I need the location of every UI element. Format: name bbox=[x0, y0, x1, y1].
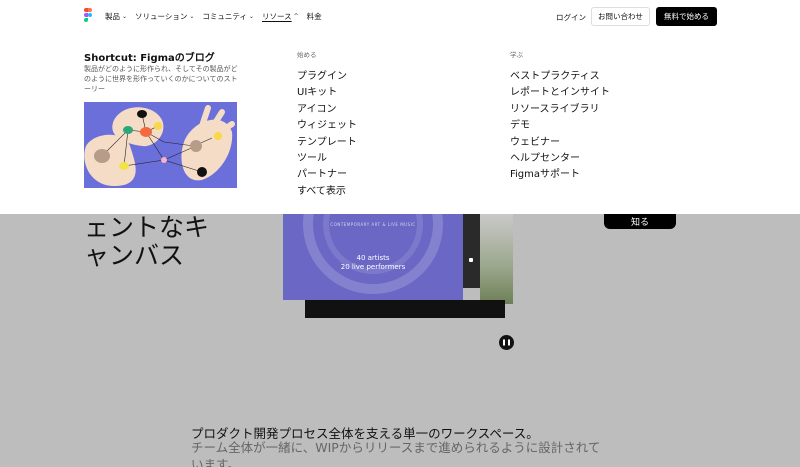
chevron-down-icon: ⌄ bbox=[122, 13, 128, 20]
nav-item-label: ソリューション bbox=[135, 12, 188, 21]
start-column: 始める プラグイン UIキット アイコン ウィジェット テンプレート ツール パ… bbox=[297, 49, 357, 200]
link-partners[interactable]: パートナー bbox=[297, 167, 357, 183]
link-icons[interactable]: アイコン bbox=[297, 102, 357, 118]
pause-icon[interactable]: ❚❚ bbox=[499, 335, 514, 350]
nav-item-products[interactable]: 製品 ⌄ bbox=[105, 11, 127, 22]
link-ui-kits[interactable]: UIキット bbox=[297, 85, 357, 101]
hero-video[interactable]: CONTEMPORARY ART & LIVE MUSIC 40 artists… bbox=[283, 214, 513, 318]
login-link[interactable]: ログイン bbox=[556, 12, 586, 23]
blog-illustration-icon bbox=[84, 105, 235, 186]
nav-item-label: 料金 bbox=[306, 12, 322, 21]
video-caption-line: 20 live performers bbox=[340, 263, 406, 271]
hero-heading: ェントなキ ャンバス bbox=[84, 200, 254, 270]
figma-logo-icon[interactable] bbox=[84, 8, 93, 23]
video-photo-panel bbox=[480, 214, 513, 304]
link-templates[interactable]: テンプレート bbox=[297, 135, 357, 151]
video-dark-panel bbox=[463, 214, 480, 288]
feature-illustration[interactable] bbox=[84, 102, 237, 188]
link-reports-insights[interactable]: レポートとインサイト bbox=[510, 85, 610, 101]
nav-item-label: 製品 bbox=[105, 12, 120, 21]
workspace-subheading: チーム全体が一緒に、WIPからリリースまで進められるように設計されています。 bbox=[191, 440, 601, 467]
nav-item-resources[interactable]: リソース ^ bbox=[262, 11, 299, 22]
link-tools[interactable]: ツール bbox=[297, 151, 357, 167]
link-resource-library[interactable]: リソースライブラリ bbox=[510, 102, 610, 118]
video-poster-panel: CONTEMPORARY ART & LIVE MUSIC 40 artists… bbox=[283, 214, 463, 300]
video-caption-line: 40 artists bbox=[356, 254, 390, 262]
link-widgets[interactable]: ウィジェット bbox=[297, 118, 357, 134]
feature-title[interactable]: Shortcut: Figmaのブログ bbox=[84, 49, 215, 64]
nav-item-label: コミュニティ bbox=[202, 12, 247, 21]
link-help-center[interactable]: ヘルプセンター bbox=[510, 151, 610, 167]
feature-description: 製品がどのように形作られ、そしてその製品がどのように世界を形作っていくのかについ… bbox=[84, 65, 238, 93]
contact-button[interactable]: お問い合わせ bbox=[591, 7, 650, 26]
hero-line: ャンバス bbox=[84, 241, 185, 270]
nav-item-pricing[interactable]: 料金 bbox=[307, 11, 322, 22]
video-black-bar bbox=[305, 300, 505, 318]
learn-more-label: 知る bbox=[630, 218, 649, 228]
link-demos[interactable]: デモ bbox=[510, 118, 610, 134]
hero-line: ェントなキ bbox=[84, 213, 210, 242]
learn-more-button[interactable]: 知る bbox=[604, 214, 676, 229]
column-heading: 始める bbox=[297, 51, 317, 59]
link-figma-support[interactable]: Figmaサポート bbox=[510, 167, 610, 183]
nav-item-community[interactable]: コミュニティ ⌄ bbox=[202, 11, 254, 22]
column-heading: 学ぶ bbox=[510, 51, 523, 59]
top-navigation-bar: 製品 ⌄ ソリューション ⌄ コミュニティ ⌄ リソース ^ 料金 ログイン お… bbox=[0, 0, 800, 33]
link-webinars[interactable]: ウェビナー bbox=[510, 135, 610, 151]
link-view-all[interactable]: すべて表示 bbox=[297, 184, 357, 200]
nav-item-label: リソース bbox=[262, 12, 292, 21]
link-best-practices[interactable]: ベストプラクティス bbox=[510, 69, 610, 85]
nav-item-solutions[interactable]: ソリューション ⌄ bbox=[135, 11, 194, 22]
main-nav: 製品 ⌄ ソリューション ⌄ コミュニティ ⌄ リソース ^ 料金 bbox=[105, 0, 330, 33]
resources-dropdown: Shortcut: Figmaのブログ 製品がどのように形作られ、そしてその製品… bbox=[0, 33, 800, 214]
chevron-down-icon: ⌄ bbox=[248, 13, 255, 20]
start-free-button[interactable]: 無料で始める bbox=[656, 7, 717, 26]
chevron-down-icon: ⌄ bbox=[189, 13, 195, 20]
chevron-up-icon: ^ bbox=[293, 13, 299, 20]
video-caption: 40 artists 20 live performers bbox=[283, 254, 463, 272]
link-plugins[interactable]: プラグイン bbox=[297, 69, 357, 85]
learn-column: 学ぶ ベストプラクティス レポートとインサイト リソースライブラリ デモ ウェビ… bbox=[510, 49, 610, 184]
video-ribbon-text: CONTEMPORARY ART & LIVE MUSIC bbox=[330, 222, 416, 227]
